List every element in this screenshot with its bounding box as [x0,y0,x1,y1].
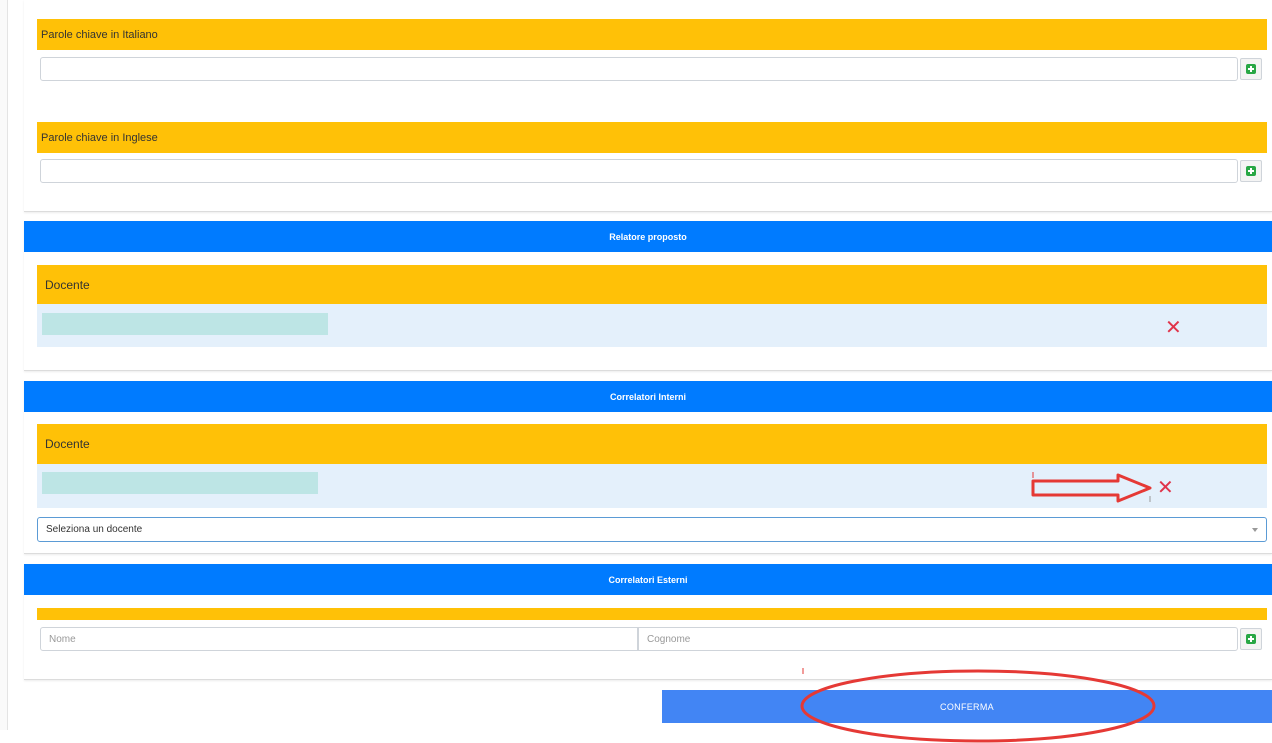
add-english-keyword-button[interactable] [1240,160,1262,182]
nome-input[interactable]: Nome [40,627,638,651]
confirm-button[interactable]: CONFERMA [662,690,1272,723]
relatore-column-header: Docente [37,265,1267,304]
italian-keywords-input[interactable] [40,57,1238,81]
add-external-correlatore-button[interactable] [1240,628,1262,650]
english-keywords-input[interactable] [40,159,1238,183]
close-icon[interactable]: ✕ [1165,318,1182,338]
plus-square-icon [1246,64,1256,74]
correlatori-interni-row: ✕ [37,464,1267,508]
relatore-section-title: Relatore proposto [609,231,687,242]
plus-square-icon [1246,166,1256,176]
docente-select[interactable]: Seleziona un docente [37,517,1267,542]
relatore-docente-value [42,313,328,335]
plus-square-icon [1246,634,1256,644]
correlatore-interno-docente-value [42,472,318,494]
correlatori-interni-column-header: Docente [37,424,1267,464]
relatore-section-header: Relatore proposto [24,221,1272,252]
cognome-input[interactable]: Cognome [638,627,1238,651]
correlatori-esterni-header-strip [37,608,1267,620]
relatore-row: ✕ [37,304,1267,347]
correlatori-interni-section-title: Correlatori Interni [609,391,686,402]
english-keywords-label: Parole chiave in Inglese [41,131,158,144]
correlatori-interni-docente-label: Docente [45,437,90,451]
italian-keywords-label: Parole chiave in Italiano [41,28,158,41]
close-icon[interactable]: ✕ [1157,478,1174,498]
correlatori-esterni-section-header: Correlatori Esterni [24,564,1272,595]
docente-select-value: Seleziona un docente [46,524,143,535]
relatore-docente-label: Docente [45,277,90,292]
caret-down-icon [1252,528,1258,532]
correlatori-interni-section-header: Correlatori Interni [24,381,1272,412]
left-rail [0,0,8,730]
italian-keywords-header: Parole chiave in Italiano [37,19,1267,50]
add-italian-keyword-button[interactable] [1240,58,1262,80]
english-keywords-header: Parole chiave in Inglese [37,122,1267,153]
correlatori-esterni-section-title: Correlatori Esterni [608,574,688,585]
